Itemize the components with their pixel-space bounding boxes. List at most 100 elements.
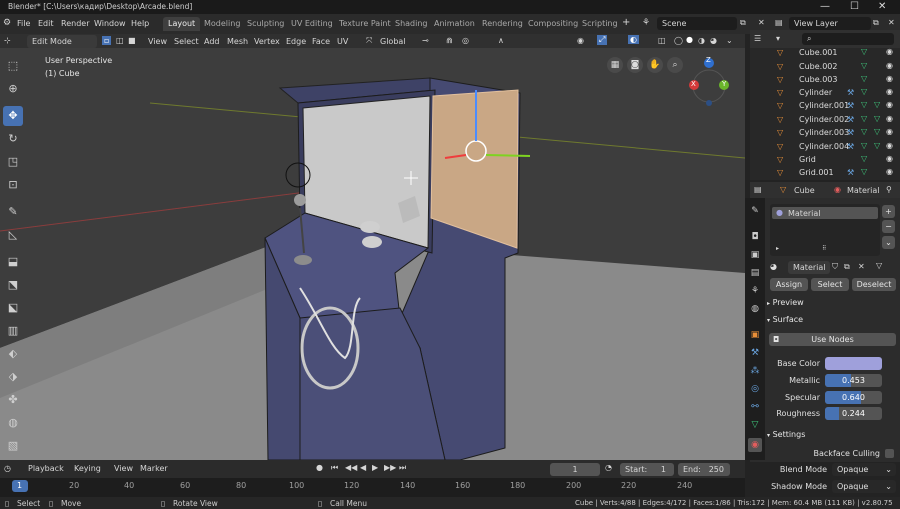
cursor-tool-icon[interactable]: ⊕ xyxy=(3,79,23,99)
scene-tab-icon[interactable]: ⚘ xyxy=(748,284,762,298)
material-shading-icon[interactable]: ◑ xyxy=(698,36,705,45)
editor-type-icon[interactable]: ⊹ xyxy=(4,36,11,45)
delete-scene-icon[interactable]: ✕ xyxy=(758,18,765,27)
assign-button[interactable]: Assign xyxy=(770,278,808,291)
jump-start-icon[interactable]: ⏮ xyxy=(331,463,338,473)
transform-tool-icon[interactable]: ⊡ xyxy=(3,175,23,195)
nav-gizmo-z-label[interactable]: Z xyxy=(706,56,711,64)
settings-section[interactable]: ▾ Settings xyxy=(767,430,805,439)
menu-keying[interactable]: Keying xyxy=(74,464,101,473)
eye-icon[interactable]: ◉ xyxy=(886,167,893,176)
outliner-editor-icon[interactable]: ☰ xyxy=(754,34,761,43)
grid-view-icon[interactable]: ▦ xyxy=(607,57,623,73)
poly-build-tool-icon[interactable]: ⬗ xyxy=(3,367,23,387)
camera-icon[interactable]: ◙ xyxy=(627,57,643,73)
prev-keyframe-icon[interactable]: ◀◀ xyxy=(345,463,357,472)
menu-edit[interactable]: Edit xyxy=(38,19,54,28)
tab-layout[interactable]: Layout xyxy=(163,17,201,31)
smooth-tool-icon[interactable]: ◍ xyxy=(3,413,23,433)
shadow-mode-select[interactable]: Opaque ⌄ xyxy=(832,480,896,493)
face-select-icon[interactable]: ■ xyxy=(128,36,136,45)
current-frame-field[interactable]: 1 xyxy=(550,463,600,476)
wireframe-shading-icon[interactable]: ◯ xyxy=(674,36,683,45)
mode-select[interactable]: Edit Mode xyxy=(27,35,97,48)
tab-texture-paint[interactable]: Texture Paint xyxy=(334,17,396,31)
tab-compositing[interactable]: Compositing xyxy=(523,17,583,31)
delete-view-layer-icon[interactable]: ✕ xyxy=(888,18,895,27)
output-tab-icon[interactable]: ▣ xyxy=(748,248,762,262)
modifier-tab-icon[interactable]: ⚒ xyxy=(748,346,762,360)
move-tool-icon[interactable]: ✥ xyxy=(3,106,23,126)
surface-section[interactable]: ▾ Surface xyxy=(767,315,803,324)
copy-scene-icon[interactable]: ⧉ xyxy=(740,18,746,28)
data-tab-icon[interactable]: ▽ xyxy=(748,418,762,432)
tab-animation[interactable]: Animation xyxy=(429,17,480,31)
menu-render[interactable]: Render xyxy=(61,19,89,28)
unlink-material-icon[interactable]: ✕ xyxy=(858,262,865,271)
orientation-select[interactable]: Global xyxy=(380,37,406,46)
tab-uv-editing[interactable]: UV Editing xyxy=(286,17,338,31)
outliner-row[interactable]: ▽ Cylinder.001 ⚒ ▽ ▽ ◉ xyxy=(750,100,900,113)
render-shading-icon[interactable]: ◕ xyxy=(710,36,717,45)
outliner-row[interactable]: ▽ Grid.001 ⚒ ▽ ◉ xyxy=(750,167,900,180)
view-layer-field[interactable]: View Layer xyxy=(789,17,871,30)
eye-icon[interactable]: ◉ xyxy=(886,100,893,109)
material-browse-icon[interactable]: ◕ xyxy=(770,262,777,271)
duplicate-material-icon[interactable]: ⧉ xyxy=(844,262,850,272)
base-color-swatch[interactable] xyxy=(825,357,882,370)
object-tab-icon[interactable]: ▣ xyxy=(748,328,762,342)
add-slot-button[interactable]: + xyxy=(882,205,895,218)
menu-view[interactable]: View xyxy=(148,37,167,46)
use-nodes-button[interactable]: ◘ Use Nodes xyxy=(769,333,896,346)
tab-sculpting[interactable]: Sculpting xyxy=(242,17,289,31)
add-workspace-button[interactable]: + xyxy=(622,17,630,28)
menu-playback[interactable]: Playback xyxy=(28,464,64,473)
start-frame-field[interactable]: Start: 1 xyxy=(620,463,674,476)
snap-icon[interactable]: ⋒ xyxy=(446,36,453,45)
menu-edge[interactable]: Edge xyxy=(286,37,306,46)
link-type-icon[interactable]: ▽ xyxy=(876,261,882,270)
menu-add[interactable]: Add xyxy=(204,37,220,46)
falloff-icon[interactable]: ∧ xyxy=(498,36,504,45)
xray-icon[interactable]: ◫ xyxy=(658,36,666,45)
tab-modeling[interactable]: Modeling xyxy=(199,17,245,31)
select-button[interactable]: Select xyxy=(811,278,849,291)
loop-cut-tool-icon[interactable]: ▥ xyxy=(3,321,23,341)
jump-end-icon[interactable]: ⏭ xyxy=(399,463,406,473)
record-icon[interactable]: ● xyxy=(316,463,323,472)
fake-user-icon[interactable]: ⛉ xyxy=(832,262,838,272)
blender-logo-icon[interactable]: ⚙ xyxy=(3,18,11,28)
maximize-button[interactable]: ☐ xyxy=(850,1,859,13)
menu-marker[interactable]: Marker xyxy=(140,464,168,473)
blend-mode-select[interactable]: Opaque ⌄ xyxy=(832,463,896,476)
properties-editor-icon[interactable]: ▤ xyxy=(754,185,762,194)
minimize-button[interactable]: — xyxy=(820,1,830,13)
pin-icon[interactable]: ⚲ xyxy=(886,185,892,194)
backface-culling-checkbox[interactable] xyxy=(885,449,894,458)
scene-field[interactable]: Scene xyxy=(657,17,737,30)
overlay-toggle-icon[interactable]: ◐ xyxy=(628,35,639,44)
zoom-icon[interactable]: ⌕ xyxy=(667,57,683,73)
render-tab-icon[interactable]: ◘ xyxy=(748,230,762,244)
proportional-edit-icon[interactable]: ◎ xyxy=(462,36,469,45)
copy-view-layer-icon[interactable]: ⧉ xyxy=(873,18,879,28)
outliner-row[interactable]: ▽ Cube.002 ▽ ◉ xyxy=(750,61,900,74)
outliner-row[interactable]: ▽ Cube.003 ▽ ◉ xyxy=(750,74,900,87)
slot-menu-button[interactable]: ⌄ xyxy=(882,236,895,249)
play-icon[interactable]: ▶ xyxy=(372,463,378,472)
roughness-slider[interactable]: 0.244 xyxy=(825,407,882,420)
metallic-slider[interactable]: 0.453 xyxy=(825,374,882,387)
solid-shading-icon[interactable]: ● xyxy=(686,35,693,44)
material-slot-list[interactable]: ● Material ▸ ⠿ xyxy=(770,204,880,256)
scale-tool-icon[interactable]: ◳ xyxy=(3,152,23,172)
select-box-tool-icon[interactable]: ⬚ xyxy=(3,56,23,76)
close-button[interactable]: ✕ xyxy=(878,1,886,13)
outliner-search-input[interactable] xyxy=(802,33,894,45)
menu-face[interactable]: Face xyxy=(312,37,330,46)
menu-timeline-view[interactable]: View xyxy=(114,464,133,473)
end-frame-field[interactable]: End: 250 xyxy=(678,463,730,476)
menu-uv[interactable]: UV xyxy=(337,37,348,46)
outliner-row[interactable]: ▽ Cylinder.002 ⚒ ▽ ▽ ◉ xyxy=(750,114,900,127)
outliner-row[interactable]: ▽ Cylinder.004 ⚒ ▽ ▽ ◉ xyxy=(750,141,900,154)
eye-icon[interactable]: ◉ xyxy=(886,154,893,163)
